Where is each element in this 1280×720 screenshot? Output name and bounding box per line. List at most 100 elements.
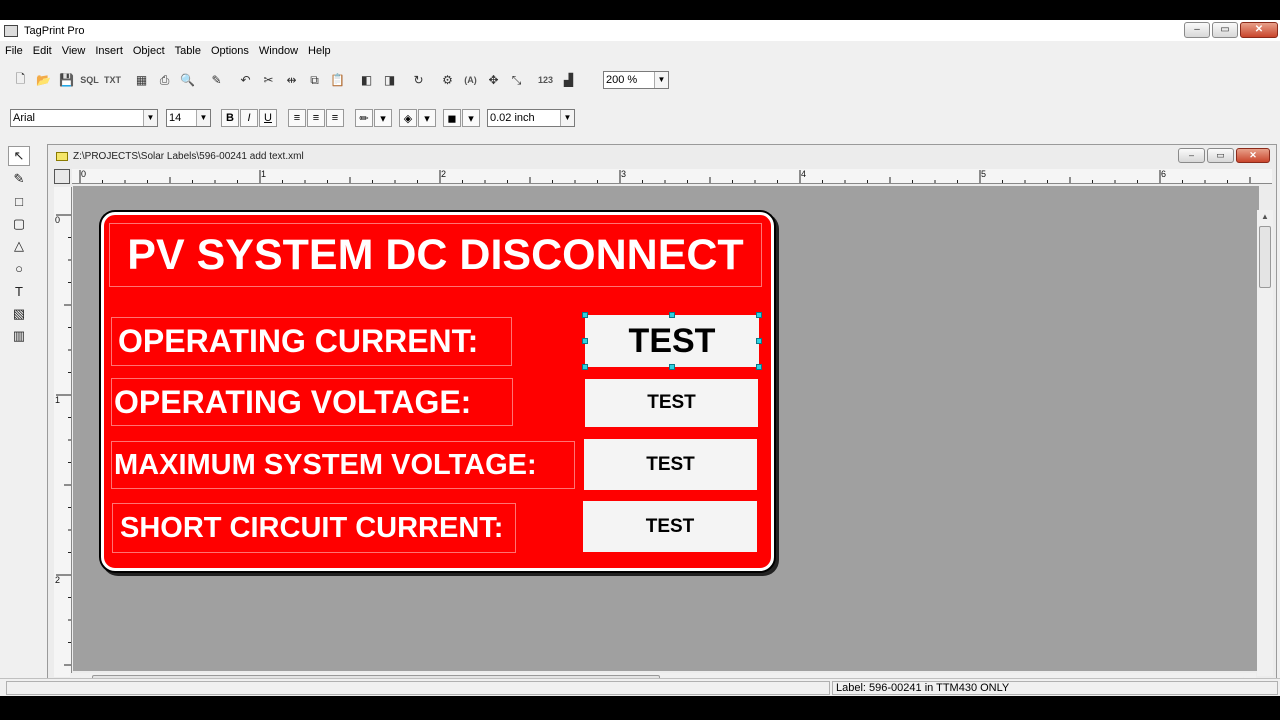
bring-forward-icon[interactable]: ◧ <box>356 70 377 91</box>
scroll-up-icon[interactable]: ▲ <box>1261 212 1269 221</box>
italic-button[interactable]: I <box>240 109 258 127</box>
selection-handle[interactable] <box>756 338 762 344</box>
text-frame-icon[interactable]: (A) <box>460 70 481 91</box>
select-arrow-icon[interactable]: ↖ <box>8 146 30 166</box>
document-icon <box>56 151 68 161</box>
caption-box-short-circuit[interactable]: SHORT CIRCUIT CURRENT: <box>112 503 516 553</box>
menu-table[interactable]: Table <box>170 45 206 57</box>
menu-insert[interactable]: Insert <box>90 45 128 57</box>
rotate-icon[interactable]: ↻ <box>408 70 429 91</box>
ruler-label: 1 <box>55 395 61 405</box>
heading-text-box[interactable]: PV SYSTEM DC DISCONNECT <box>109 223 762 287</box>
value-field-short-circuit[interactable]: TEST <box>583 501 757 552</box>
label-heading: PV SYSTEM DC DISCONNECT <box>127 230 744 279</box>
sql-button[interactable]: SQL <box>79 70 100 91</box>
text-color-icon[interactable]: ◼ <box>443 109 461 127</box>
menu-window[interactable]: Window <box>254 45 303 57</box>
selection-handle[interactable] <box>669 312 675 318</box>
pencil-icon[interactable]: ✎ <box>8 169 30 189</box>
underline-button[interactable]: U <box>259 109 277 127</box>
text-tool-icon[interactable]: T <box>8 281 30 301</box>
chevron-down-icon[interactable]: ▾ <box>374 109 392 127</box>
maximize-button[interactable]: ▭ <box>1212 22 1238 38</box>
caption-box-max-voltage[interactable]: MAXIMUM SYSTEM VOLTAGE: <box>111 441 575 489</box>
bold-button[interactable]: B <box>221 109 239 127</box>
ruler-corner[interactable] <box>54 169 70 184</box>
status-bar: Label: 596-00241 in TTM430 ONLY <box>0 678 1280 696</box>
image-icon[interactable]: ▧ <box>8 304 30 324</box>
document-title-bar: Z:\PROJECTS\Solar Labels\596-00241 add t… <box>48 145 1276 167</box>
line-width-select[interactable]: 0.02 inch ▼ <box>487 109 575 127</box>
selection-handle[interactable] <box>582 312 588 318</box>
close-button[interactable]: ✕ <box>1240 22 1278 38</box>
serial-number-button[interactable]: 123 <box>535 70 556 91</box>
value-field-voltage[interactable]: TEST <box>585 379 758 427</box>
align-left-icon[interactable]: ≡ <box>288 109 306 127</box>
value-field-max-voltage[interactable]: TEST <box>584 439 757 490</box>
ruler-label: 0 <box>55 215 61 225</box>
ellipse-icon[interactable]: ○ <box>8 259 30 279</box>
copy-icon[interactable]: ⧉ <box>304 70 325 91</box>
vertical-scroll-thumb[interactable] <box>1259 226 1271 288</box>
chart-icon[interactable]: ▟ <box>558 70 579 91</box>
label-design[interactable]: PV SYSTEM DC DISCONNECT OPERATING CURREN… <box>101 212 774 571</box>
rectangle-icon[interactable]: □ <box>8 191 30 211</box>
resize-icon[interactable]: ⤡ <box>506 70 527 91</box>
chevron-down-icon[interactable]: ▼ <box>196 110 210 126</box>
flip-icon[interactable]: ⇹ <box>281 70 302 91</box>
menu-help[interactable]: Help <box>303 45 336 57</box>
move-icon[interactable]: ✥ <box>483 70 504 91</box>
minimize-button[interactable]: – <box>1184 22 1210 38</box>
selection-handle[interactable] <box>582 338 588 344</box>
rounded-rectangle-icon[interactable]: ▢ <box>8 214 30 234</box>
new-file-icon[interactable]: 🗋 <box>10 70 31 91</box>
menu-view[interactable]: View <box>57 45 91 57</box>
doc-restore-button[interactable]: ▭ <box>1207 148 1234 163</box>
chevron-down-icon[interactable]: ▼ <box>143 110 157 126</box>
chevron-down-icon[interactable]: ▼ <box>654 72 668 88</box>
align-center-icon[interactable]: ≡ <box>307 109 325 127</box>
selection-handle[interactable] <box>756 312 762 318</box>
fill-color-icon[interactable]: ◈ <box>399 109 417 127</box>
wand-icon[interactable]: ✎ <box>206 70 227 91</box>
open-folder-icon[interactable]: 📂 <box>33 70 54 91</box>
triangle-icon[interactable]: △ <box>8 236 30 256</box>
line-color-icon[interactable]: ✏ <box>355 109 373 127</box>
menu-options[interactable]: Options <box>206 45 254 57</box>
caption-box-current[interactable]: OPERATING CURRENT: <box>111 317 512 366</box>
calculator-icon[interactable]: ▦ <box>131 70 152 91</box>
line-width-value: 0.02 inch <box>490 112 535 124</box>
undo-icon[interactable]: ↶ <box>235 70 256 91</box>
vertical-scrollbar[interactable]: ▲ <box>1257 210 1273 676</box>
selection-handle[interactable] <box>756 364 762 370</box>
chevron-down-icon[interactable]: ▾ <box>462 109 480 127</box>
document-window: Z:\PROJECTS\Solar Labels\596-00241 add t… <box>47 144 1277 692</box>
print-preview-icon[interactable]: 🔍 <box>177 70 198 91</box>
barcode-icon[interactable]: ▥ <box>8 326 30 346</box>
zoom-select[interactable]: 200 % ▼ <box>603 71 669 89</box>
doc-close-button[interactable]: ✕ <box>1236 148 1270 163</box>
app-icon[interactable] <box>4 24 18 37</box>
selection-handle[interactable] <box>669 364 675 370</box>
design-canvas[interactable]: PV SYSTEM DC DISCONNECT OPERATING CURREN… <box>73 186 1259 671</box>
ruler-label: 3 <box>621 169 627 179</box>
properties-icon[interactable]: ⚙ <box>437 70 458 91</box>
print-icon[interactable]: ⎙ <box>154 70 175 91</box>
txt-button[interactable]: TXT <box>102 70 123 91</box>
menu-edit[interactable]: Edit <box>28 45 57 57</box>
align-right-icon[interactable]: ≡ <box>326 109 344 127</box>
save-icon[interactable]: 💾 <box>56 70 77 91</box>
value-field-current[interactable]: TEST <box>585 315 759 367</box>
selection-handle[interactable] <box>582 364 588 370</box>
doc-minimize-button[interactable]: – <box>1178 148 1205 163</box>
chevron-down-icon[interactable]: ▼ <box>560 110 574 126</box>
chevron-down-icon[interactable]: ▾ <box>418 109 436 127</box>
send-backward-icon[interactable]: ◨ <box>379 70 400 91</box>
menu-file[interactable]: File <box>0 45 28 57</box>
cut-icon[interactable]: ✂ <box>258 70 279 91</box>
menu-object[interactable]: Object <box>128 45 170 57</box>
font-size-select[interactable]: 14 ▼ <box>166 109 211 127</box>
paste-icon[interactable]: 📋 <box>327 70 348 91</box>
caption-box-voltage[interactable]: OPERATING VOLTAGE: <box>111 378 513 426</box>
font-name-select[interactable]: Arial ▼ <box>10 109 158 127</box>
